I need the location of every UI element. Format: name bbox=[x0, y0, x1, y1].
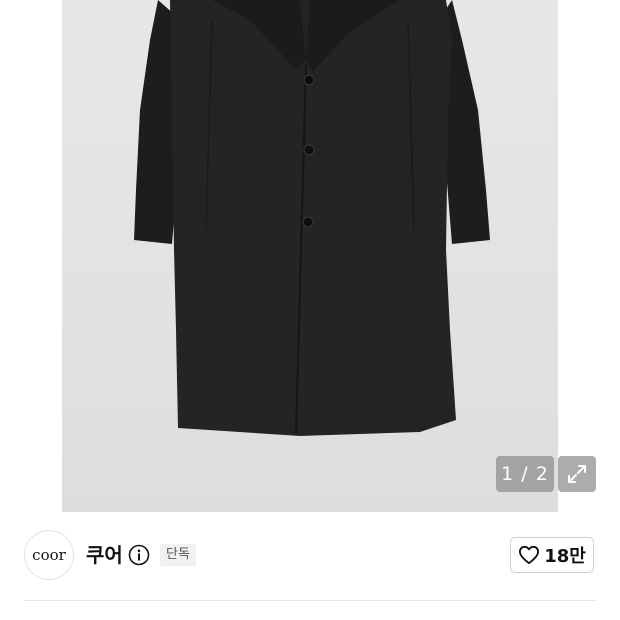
coat-image bbox=[134, 0, 490, 436]
like-count: 18만 bbox=[544, 546, 586, 567]
expand-arrows-icon bbox=[568, 465, 586, 483]
like-button[interactable]: 18만 bbox=[510, 537, 594, 573]
heart-outline-icon bbox=[519, 545, 540, 565]
exclusive-badge: 단독 bbox=[160, 544, 196, 566]
shop-logo[interactable]: coor bbox=[24, 530, 74, 580]
shop-name[interactable]: 쿠어 bbox=[86, 540, 123, 570]
shop-logo-text: coor bbox=[32, 546, 66, 564]
expand-image-button[interactable] bbox=[558, 456, 596, 492]
divider bbox=[24, 600, 596, 601]
image-counter: 1 / 2 bbox=[496, 456, 554, 492]
info-circle-icon[interactable] bbox=[128, 544, 150, 566]
product-image-gallery[interactable]: 1 / 2 bbox=[0, 0, 620, 512]
